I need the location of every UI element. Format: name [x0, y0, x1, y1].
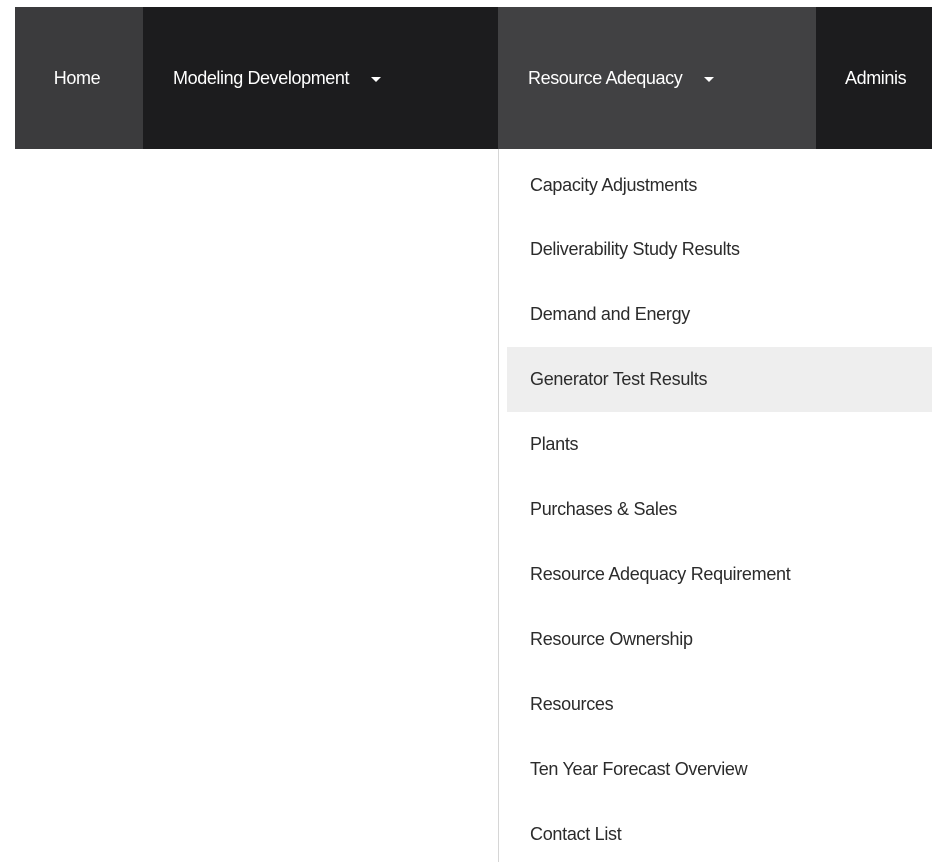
dropdown-item-resource-ownership[interactable]: Resource Ownership: [507, 607, 932, 672]
dropdown-item-generator-test-results[interactable]: Generator Test Results: [507, 347, 932, 412]
dropdown-item-label: Capacity Adjustments: [530, 174, 698, 195]
dropdown-item-label: Demand and Energy: [530, 304, 691, 324]
caret-down-icon: [371, 76, 382, 82]
dropdown-item-label: Resources: [530, 694, 614, 714]
dropdown-item-ten-year-forecast-overview[interactable]: Ten Year Forecast Overview: [507, 737, 932, 802]
nav-administration[interactable]: Adminis: [816, 7, 932, 149]
dropdown-item-label: Plants: [530, 434, 579, 454]
dropdown-item-resources[interactable]: Resources: [507, 672, 932, 737]
caret-down-icon: [704, 76, 715, 82]
dropdown-item-label: Contact List: [530, 824, 622, 844]
dropdown-item-label: Purchases & Sales: [530, 499, 677, 519]
navbar-left-edge: [0, 7, 15, 149]
dropdown-item-plants[interactable]: Plants: [507, 412, 932, 477]
dropdown-divider: [498, 149, 499, 862]
dropdown-item-label: Resource Ownership: [530, 629, 693, 649]
dropdown-item-resource-adequacy-requirement[interactable]: Resource Adequacy Requirement: [507, 542, 932, 607]
dropdown-item-label: Deliverability Study Results: [530, 239, 740, 259]
dropdown-item-demand-and-energy[interactable]: Demand and Energy: [507, 282, 932, 347]
dropdown-item-contact-list[interactable]: Contact List: [507, 802, 932, 862]
dropdown-item-label: Resource Adequacy Requirement: [530, 564, 791, 584]
dropdown-item-label: Generator Test Results: [530, 369, 708, 389]
dropdown-item-label: Ten Year Forecast Overview: [530, 759, 748, 779]
dropdown-item-capacity-adjustments[interactable]: Capacity Adjustments: [507, 149, 932, 217]
top-navbar: Home Modeling Development Resource Adequ…: [0, 7, 932, 149]
dropdown-item-purchases-sales[interactable]: Purchases & Sales: [507, 477, 932, 542]
nav-home[interactable]: Home: [15, 7, 143, 149]
nav-resource-adequacy-label: Resource Adequacy: [528, 67, 683, 88]
nav-home-label: Home: [53, 67, 101, 88]
nav-resource-adequacy[interactable]: Resource Adequacy: [498, 7, 816, 149]
nav-administration-label: Adminis: [845, 67, 907, 88]
nav-modeling-development-label: Modeling Development: [173, 67, 350, 88]
page: Home Modeling Development Resource Adequ…: [0, 0, 932, 862]
resource-adequacy-dropdown: Capacity Adjustments Deliverability Stud…: [507, 149, 932, 862]
nav-modeling-development[interactable]: Modeling Development: [143, 7, 498, 149]
dropdown-item-deliverability-study-results[interactable]: Deliverability Study Results: [507, 217, 932, 282]
